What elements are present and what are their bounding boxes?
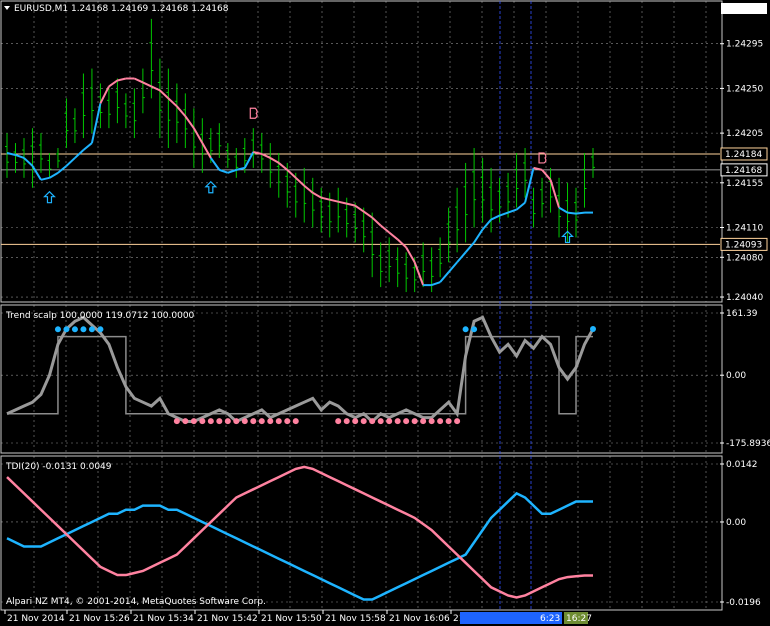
current-price-label: 1.24168 (725, 166, 762, 176)
dot-down (428, 418, 435, 425)
tdi-tick-label: 0.0142 (726, 460, 758, 470)
dot-up (462, 326, 469, 333)
dot-up (63, 326, 70, 333)
dot-up (590, 325, 596, 332)
level-tag-label: 1.24184 (725, 150, 762, 160)
dot-down (394, 418, 401, 425)
dot-down (437, 418, 444, 425)
chart-canvas[interactable]: 1.24295 1.24250 1.24205 1.24155 1.24110 1.240… (0, 0, 770, 626)
copyright-text: Alpari NZ MT4, © 2001-2014, MetaQuotes S… (6, 597, 266, 607)
dot-down (267, 418, 274, 425)
dot-up (97, 326, 104, 333)
ma-segment (567, 211, 577, 215)
time-label: 21 Nov 15:50 (261, 614, 322, 624)
level-tag-label: 1.24093 (725, 240, 762, 250)
trend-tick-label: 0.00 (726, 371, 746, 381)
time-label: 21 Nov 16:06 (389, 614, 450, 624)
time-label: 21 Nov 2014 (7, 614, 65, 624)
price-tick-label: 1.24250 (726, 84, 763, 94)
time-label: 21 Nov 15:58 (325, 614, 386, 624)
dot-down (224, 418, 231, 425)
dot-down (250, 418, 257, 425)
tdi-tick-label: 0.00 (726, 518, 746, 528)
trend-tick-label: -175.8936 (726, 439, 770, 449)
ma-segment (575, 211, 585, 215)
dot-up (471, 326, 478, 333)
dot-down (352, 418, 359, 425)
dot-down (386, 418, 393, 425)
dot-down (335, 418, 342, 425)
dot-down (403, 418, 410, 425)
dot-down (445, 418, 452, 425)
symbol-title: EURUSD,M1 1.24168 1.24169 1.24168 1.2416… (14, 4, 229, 14)
time-tag-label: 16:27 (566, 614, 592, 624)
time-highlight (460, 612, 538, 624)
price-tick-label: 1.24205 (726, 129, 763, 139)
dot-up (54, 326, 61, 333)
dot-down (233, 418, 240, 425)
dot-down (292, 418, 299, 425)
price-tick-label: 1.24110 (726, 223, 763, 233)
time-label: 21 Nov 15:42 (197, 614, 258, 624)
dot-down (199, 418, 206, 425)
dot-down (454, 418, 461, 425)
dot-down (377, 418, 384, 425)
dot-down (411, 418, 418, 425)
tdi-tick-label: -0.0196 (726, 598, 761, 608)
dot-up (80, 326, 87, 333)
dot-down (420, 418, 427, 425)
dot-down (182, 418, 189, 425)
dot-down (275, 418, 282, 425)
dot-down (241, 418, 248, 425)
dot-down (258, 418, 265, 425)
time-tag-label: 6:23 (540, 614, 560, 624)
dot-down (216, 418, 223, 425)
time-label: 21 Nov 15:34 (133, 614, 194, 624)
dot-up (71, 326, 78, 333)
trend-scalp-title: Trend scalp 100.0000 119.0712 100.0000 (5, 311, 195, 321)
dot-up (88, 326, 95, 333)
dot-down (343, 418, 350, 425)
price-tick-label: 1.24080 (726, 253, 763, 263)
dot-down (173, 418, 180, 425)
top-price-label: 1.24331 (725, 5, 762, 15)
dot-down (284, 418, 291, 425)
dot-down (369, 418, 376, 425)
trend-tick-label: 161.39 (726, 309, 758, 319)
price-tick-label: 1.24295 (726, 40, 763, 50)
price-tick-label: 1.24155 (726, 179, 763, 189)
price-tick-label: 1.24040 (726, 293, 763, 303)
window-title: EURUSD,M1 1.24168 1.24169 1.24168 1.2416… (4, 4, 229, 14)
dot-down (360, 418, 367, 425)
dot-down (207, 418, 214, 425)
tdi-title: TDI(20) -0.0131 0.0049 (5, 462, 112, 472)
dot-down (190, 418, 197, 425)
time-label: 21 Nov 15:26 (69, 614, 130, 624)
